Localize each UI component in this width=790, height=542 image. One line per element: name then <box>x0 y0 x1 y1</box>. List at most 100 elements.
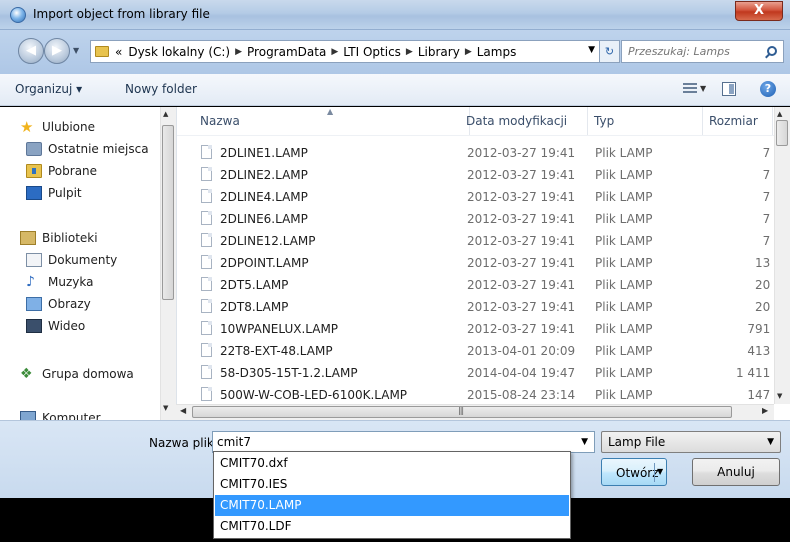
filename-input[interactable] <box>213 432 568 452</box>
nav-item-computer[interactable]: Komputer <box>20 408 101 420</box>
breadcrumb-overflow[interactable]: « <box>115 45 122 59</box>
breadcrumb-separator-icon[interactable]: ▶ <box>406 47 413 57</box>
column-header-type[interactable]: Typ <box>588 107 703 135</box>
new-folder-button[interactable]: Nowy folder <box>125 82 197 96</box>
vertical-scroll-thumb[interactable] <box>776 120 788 146</box>
file-list-vertical-scrollbar[interactable] <box>774 107 790 404</box>
view-options-dropdown-icon[interactable]: ▼ <box>700 84 706 93</box>
autocomplete-item[interactable]: CMIT70.IES <box>215 474 569 495</box>
file-name: 22T8-EXT-48.LAMP <box>220 344 333 358</box>
file-row[interactable]: 58-D305-15T-1.2.LAMP 2014-04-04 19:47 Pl… <box>194 362 782 384</box>
libraries-icon <box>20 231 36 245</box>
address-dropdown-icon[interactable]: ▼ <box>588 45 595 55</box>
refresh-button[interactable]: ↻ <box>600 40 620 63</box>
file-row[interactable]: 2DLINE6.LAMP 2012-03-27 19:41 Plik LAMP … <box>194 208 782 230</box>
file-size: 791 K <box>747 322 782 336</box>
file-date: 2012-03-27 19:41 <box>467 234 576 248</box>
address-bar[interactable]: « Dysk lokalny (C:) ▶ ProgramData ▶ LTI … <box>90 40 600 63</box>
file-date: 2014-04-04 19:47 <box>467 366 576 380</box>
nav-item-favorites[interactable]: ★ Ulubione <box>20 117 95 137</box>
nav-item-desktop[interactable]: Pulpit <box>26 183 82 203</box>
back-button[interactable]: ◀ <box>18 38 44 64</box>
autocomplete-item[interactable]: CMIT70.dxf <box>215 453 569 474</box>
open-options-dropdown-icon[interactable]: ▼ <box>657 467 663 476</box>
column-header-size[interactable]: Rozmiar <box>703 107 773 135</box>
filename-combobox[interactable]: ▼ <box>212 431 595 453</box>
file-icon <box>201 189 212 203</box>
file-row[interactable]: 10WPANELUX.LAMP 2012-03-27 19:41 Plik LA… <box>194 318 782 340</box>
nav-pane-scroll-thumb[interactable] <box>162 125 174 300</box>
search-icon[interactable] <box>767 46 777 56</box>
change-view-icon[interactable] <box>683 83 697 95</box>
file-size: 20 K <box>755 300 782 314</box>
file-type: Plik LAMP <box>595 366 653 380</box>
file-size: 7 K <box>762 212 782 226</box>
open-button-label: Otwórz <box>616 466 659 480</box>
nav-item-recent-places[interactable]: Ostatnie miejsca <box>26 139 149 159</box>
autocomplete-item-selected[interactable]: CMIT70.LAMP <box>215 495 569 516</box>
scroll-down-icon[interactable]: ▼ <box>163 404 168 412</box>
scroll-left-icon[interactable]: ◀ <box>180 406 186 415</box>
file-name: 500W-W-COB-LED-6100K.LAMP <box>220 388 408 402</box>
nav-item-documents[interactable]: Dokumenty <box>26 250 117 270</box>
breadcrumb-item[interactable]: ProgramData <box>247 45 326 59</box>
nav-item-video[interactable]: Wideo <box>26 316 85 336</box>
file-size: 1 411 K <box>735 366 782 380</box>
breadcrumb-separator-icon[interactable]: ▶ <box>331 47 338 57</box>
nav-item-libraries[interactable]: Biblioteki <box>20 228 98 248</box>
close-button[interactable]: X <box>735 1 783 21</box>
file-name: 2DLINE1.LAMP <box>220 146 308 160</box>
help-icon[interactable]: ? <box>760 81 776 97</box>
breadcrumb-item[interactable]: Lamps <box>477 45 517 59</box>
filename-dropdown-icon[interactable]: ▼ <box>581 437 588 447</box>
file-type: Plik LAMP <box>595 300 653 314</box>
column-header-date[interactable]: Data modyfikacji <box>460 107 588 135</box>
breadcrumb-item[interactable]: Library <box>418 45 460 59</box>
file-row[interactable]: 2DT5.LAMP 2012-03-27 19:41 Plik LAMP 20 … <box>194 274 782 296</box>
scroll-right-icon[interactable]: ▶ <box>762 406 768 415</box>
file-row[interactable]: 2DLINE1.LAMP 2012-03-27 19:41 Plik LAMP … <box>194 142 782 164</box>
file-icon <box>201 365 212 379</box>
file-type: Plik LAMP <box>595 168 653 182</box>
scroll-down-icon[interactable]: ▼ <box>777 392 782 400</box>
recent-places-icon <box>26 142 42 156</box>
scroll-grip-icon: ||| <box>458 406 464 415</box>
file-row[interactable]: 22T8-EXT-48.LAMP 2013-04-01 20:09 Plik L… <box>194 340 782 362</box>
autocomplete-item[interactable]: CMIT70.LDF <box>215 516 569 537</box>
file-row[interactable]: 2DLINE12.LAMP 2012-03-27 19:41 Plik LAMP… <box>194 230 782 252</box>
nav-item-label: Pobrane <box>48 164 98 178</box>
preview-pane-icon[interactable] <box>722 82 736 96</box>
open-button[interactable]: Otwórz ▼ <box>601 458 667 486</box>
nav-item-music[interactable]: ♪ Muzyka <box>26 272 93 292</box>
cancel-button[interactable]: Anuluj <box>692 458 780 486</box>
file-name: 2DLINE2.LAMP <box>220 168 308 182</box>
file-row[interactable]: 2DPOINT.LAMP 2012-03-27 19:41 Plik LAMP … <box>194 252 782 274</box>
breadcrumb-item[interactable]: Dysk lokalny (C:) <box>128 45 230 59</box>
breadcrumb-item[interactable]: LTI Optics <box>343 45 401 59</box>
breadcrumb-separator-icon[interactable]: ▶ <box>465 47 472 57</box>
nav-item-pictures[interactable]: Obrazy <box>26 294 91 314</box>
nav-item-homegroup[interactable]: ❖ Grupa domowa <box>20 364 134 384</box>
nav-item-label: Ostatnie miejsca <box>48 142 149 156</box>
open-split-divider <box>654 463 655 482</box>
file-date: 2012-03-27 19:41 <box>467 190 576 204</box>
file-icon <box>201 211 212 225</box>
documents-icon <box>26 253 42 267</box>
scroll-up-icon[interactable]: ▲ <box>777 110 782 118</box>
organize-button[interactable]: Organizuj ▾ <box>15 82 82 96</box>
file-name: 2DPOINT.LAMP <box>220 256 309 270</box>
file-row[interactable]: 500W-W-COB-LED-6100K.LAMP 2015-08-24 23:… <box>194 384 782 406</box>
filetype-dropdown-icon[interactable]: ▼ <box>767 437 774 447</box>
forward-button[interactable]: ▶ <box>44 38 70 64</box>
file-row[interactable]: 2DT8.LAMP 2012-03-27 19:41 Plik LAMP 20 … <box>194 296 782 318</box>
file-icon <box>201 299 212 313</box>
scroll-up-icon[interactable]: ▲ <box>163 110 168 118</box>
file-row[interactable]: 2DLINE4.LAMP 2012-03-27 19:41 Plik LAMP … <box>194 186 782 208</box>
nav-item-downloads[interactable]: Pobrane <box>26 161 97 181</box>
recent-pages-dropdown-icon[interactable]: ▼ <box>73 46 83 56</box>
search-box[interactable] <box>621 40 784 63</box>
file-row[interactable]: 2DLINE2.LAMP 2012-03-27 19:41 Plik LAMP … <box>194 164 782 186</box>
filetype-select[interactable]: Lamp File ▼ <box>601 431 781 453</box>
search-input[interactable] <box>622 41 760 62</box>
breadcrumb-separator-icon[interactable]: ▶ <box>235 47 242 57</box>
